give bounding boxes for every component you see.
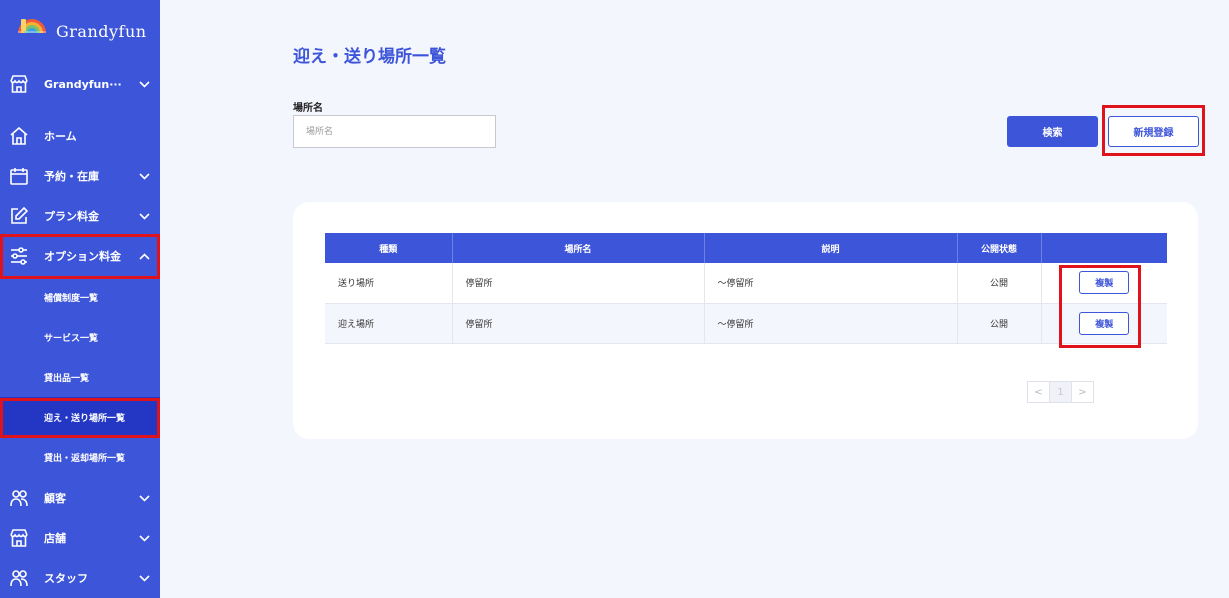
search-button[interactable]: 検索 [1007,116,1098,147]
store-icon [8,73,30,95]
sidebar-item-label: ホーム [44,130,77,143]
sliders-icon [8,245,30,267]
place-name-input[interactable] [293,115,496,148]
sidebar-subitem-pickup-dropoff[interactable]: 迎え・送り場所一覧 [0,397,160,437]
sidebar-subitem-label: 貸出品一覧 [44,373,90,384]
chevron-down-icon [138,492,150,504]
place-name-label: 場所名 [293,103,323,114]
column-header-status: 公開状態 [957,233,1042,263]
sidebar-item-label: スタッフ [44,572,88,585]
sidebar-item-label: 店舗 [44,532,66,545]
sidebar-item-label: 顧客 [44,492,66,505]
chevron-down-icon [138,210,150,222]
chevron-down-icon [138,572,150,584]
edit-icon [8,205,30,227]
cell-action: 複製 [1041,303,1167,343]
sidebar-subitem-label: 貸出・返却場所一覧 [44,453,126,464]
sidebar-subitem-rental-return[interactable]: 貸出・返却場所一覧 [0,437,160,477]
store-selector-label: Grandyfun··· [44,77,122,91]
users-icon [8,567,30,589]
column-header-description: 説明 [704,233,958,263]
sidebar-subitem-coverage[interactable]: 補償制度一覧 [0,277,160,317]
prev-page-button[interactable]: < [1027,381,1050,403]
cell-status: 公開 [957,263,1042,303]
sidebar-item-staff[interactable]: スタッフ [0,558,160,598]
brand-logo[interactable]: Grandyfun [14,14,147,48]
sidebar-item-home[interactable]: ホーム [0,116,160,156]
new-registration-button[interactable]: 新規登録 [1108,116,1199,147]
sidebar-item-plan[interactable]: プラン料金 [0,196,160,236]
duplicate-button[interactable]: 複製 [1079,271,1130,295]
store-icon [8,527,30,549]
home-icon [8,125,30,147]
column-header-action [1041,233,1167,263]
users-icon [8,487,30,509]
calendar-icon [8,165,30,187]
page-number-button[interactable]: 1 [1049,381,1072,403]
cell-type: 送り場所 [325,263,453,303]
sidebar-item-label: 予約・在庫 [44,170,99,183]
cell-action: 複製 [1041,263,1167,303]
table-row[interactable]: 送り場所 停留所 ～停留所 公開 複製 [325,263,1167,303]
sidebar-item-option[interactable]: オプション料金 [0,236,160,276]
brand-name: Grandyfun [56,21,147,41]
chevron-down-icon [138,170,150,182]
column-header-name: 場所名 [452,233,705,263]
sidebar-subitem-label: 迎え・送り場所一覧 [44,413,126,424]
sidebar-item-reservation[interactable]: 予約・在庫 [0,156,160,196]
rainbow-logo-icon [14,14,48,48]
duplicate-button[interactable]: 複製 [1079,311,1130,335]
table-header-row: 種類 場所名 説明 公開状態 [325,233,1167,263]
cell-status: 公開 [957,303,1042,343]
places-table: 種類 場所名 説明 公開状態 送り場所 停留所 ～停留所 公開 複製 迎え場所 … [325,233,1167,344]
next-page-button[interactable]: > [1071,381,1094,403]
sidebar-subitem-label: サービス一覧 [44,333,99,344]
column-header-type: 種類 [325,233,453,263]
sidebar: Grandyfun Grandyfun··· ホーム 予約・在庫 プラン料金 オ… [0,0,160,598]
cell-name: 停留所 [452,303,705,343]
page-title: 迎え・送り場所一覧 [293,47,446,67]
chevron-up-icon [138,250,150,262]
cell-name: 停留所 [452,263,705,303]
sidebar-subitem-service[interactable]: サービス一覧 [0,317,160,357]
sidebar-subitem-label: 補償制度一覧 [44,293,99,304]
cell-description: ～停留所 [704,263,958,303]
sidebar-subitem-rental-items[interactable]: 貸出品一覧 [0,357,160,397]
sidebar-item-label: オプション料金 [44,250,121,263]
table-row[interactable]: 迎え場所 停留所 ～停留所 公開 複製 [325,303,1167,343]
chevron-down-icon [138,78,150,90]
sidebar-item-label: プラン料金 [44,210,99,223]
cell-type: 迎え場所 [325,303,453,343]
sidebar-item-shop[interactable]: 店舗 [0,518,160,558]
store-selector[interactable]: Grandyfun··· [0,64,160,104]
cell-description: ～停留所 [704,303,958,343]
sidebar-item-customer[interactable]: 顧客 [0,478,160,518]
pagination: < 1 > [1027,381,1094,403]
chevron-down-icon [138,532,150,544]
